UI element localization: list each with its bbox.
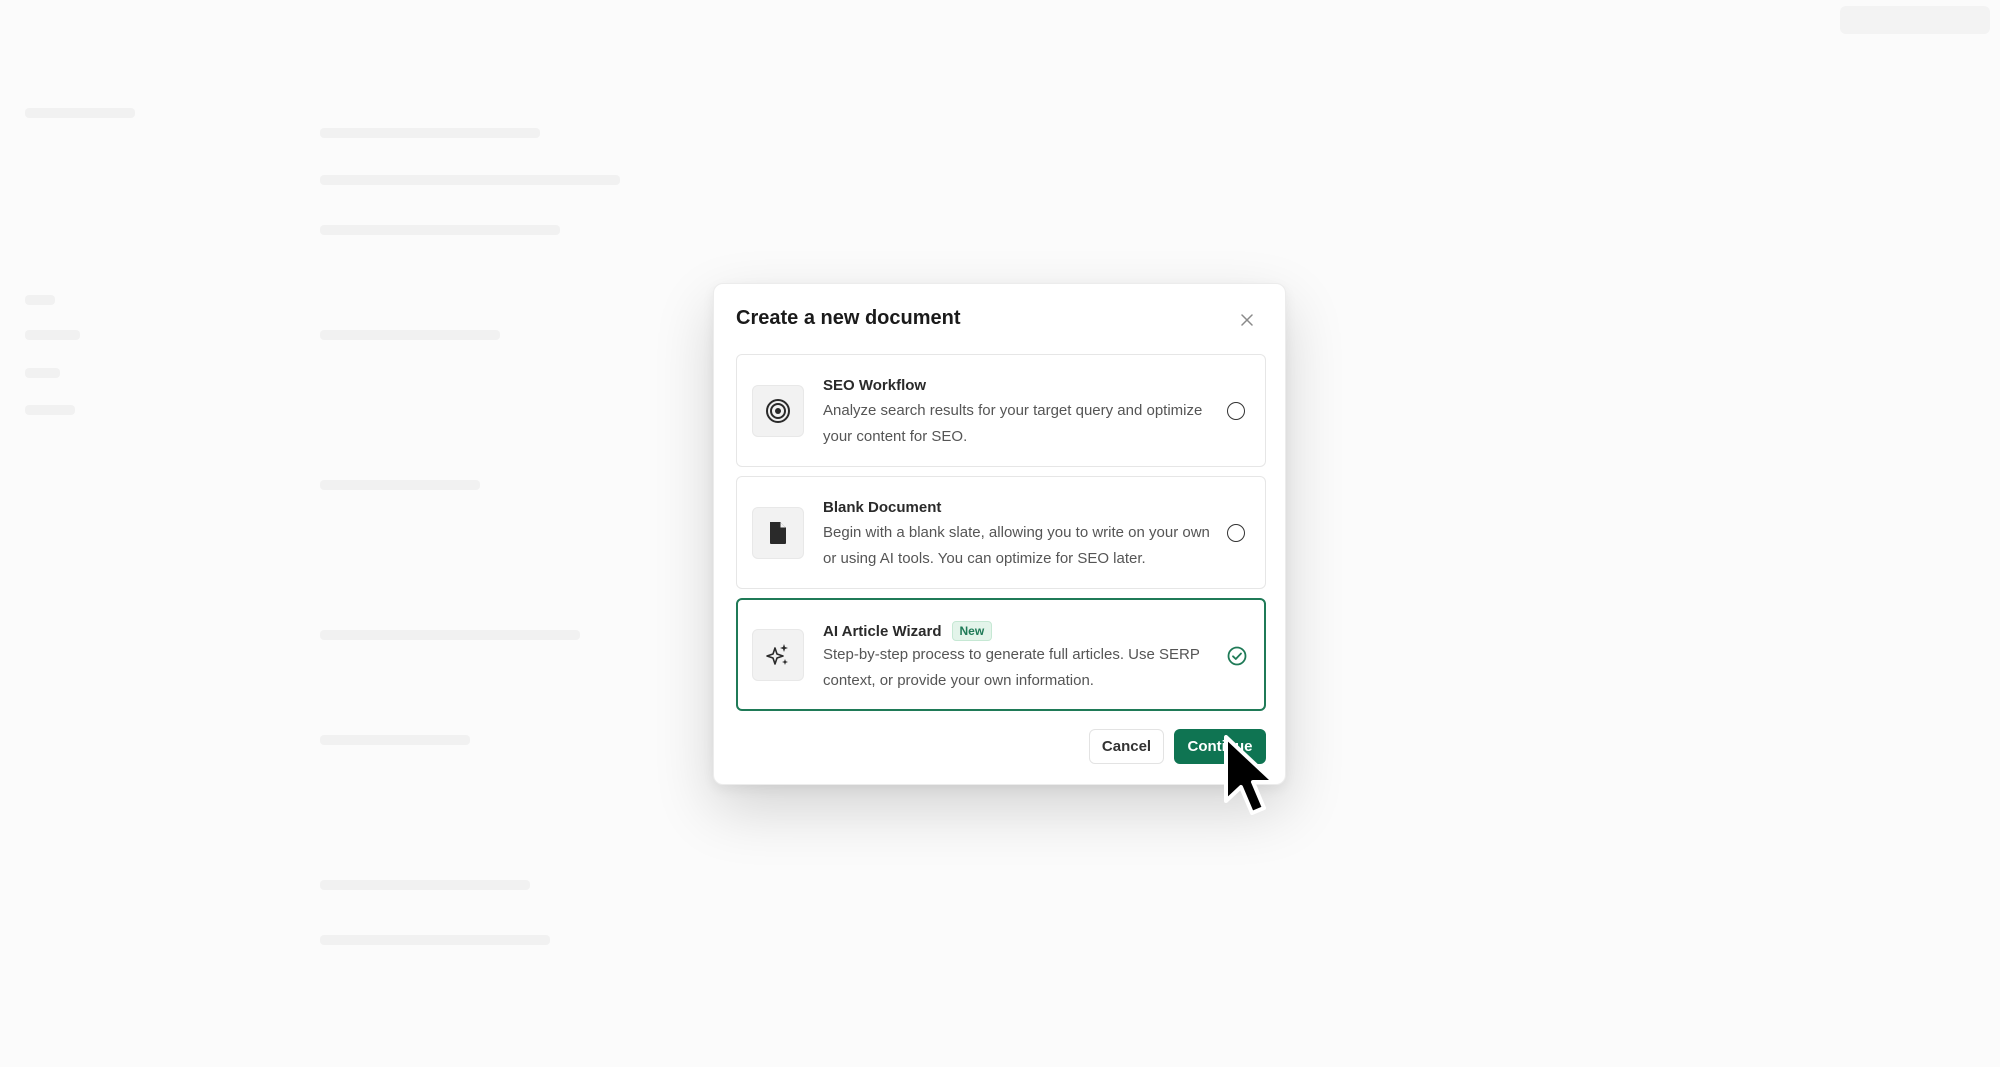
list-ghost-line [320, 630, 580, 640]
sidebar-ghost-line [25, 330, 80, 340]
option-icon-box [752, 507, 804, 559]
new-badge: New [951, 621, 993, 641]
option-title-text: AI Article Wizard [823, 623, 942, 640]
option-description: Step-by-step process to generate full ar… [823, 646, 1200, 689]
radio-unselected[interactable] [1227, 524, 1245, 542]
option-description: Analyze search results for your target q… [823, 402, 1203, 445]
list-ghost-line [320, 480, 480, 490]
dialog-title: Create a new document [736, 307, 961, 329]
list-ghost-line [320, 225, 560, 235]
close-icon [1241, 314, 1253, 326]
list-ghost-line [320, 880, 530, 890]
option-description: Begin with a blank slate, allowing you t… [823, 524, 1210, 567]
radio-unselected[interactable] [1227, 402, 1245, 420]
sidebar-ghost-line [25, 368, 60, 378]
document-icon [770, 522, 786, 544]
sidebar-ghost-line [25, 405, 75, 415]
cancel-button[interactable]: Cancel [1089, 729, 1164, 764]
list-ghost-line [320, 128, 540, 138]
list-ghost-line [320, 935, 550, 945]
option-title: SEO Workflow [823, 377, 927, 394]
option-blank-document[interactable]: Blank Document Begin with a blank slate,… [736, 476, 1266, 589]
close-button[interactable] [1232, 305, 1262, 335]
target-icon [766, 399, 790, 423]
option-icon-box [752, 385, 804, 437]
list-ghost-line [320, 175, 620, 185]
option-title: Blank Document [823, 499, 942, 516]
list-ghost-line [320, 330, 500, 340]
option-title: AI Article Wizard New [823, 621, 993, 641]
top-right-button-ghost [1840, 6, 1990, 34]
option-ai-article-wizard[interactable]: AI Article Wizard New Step-by-step proces… [736, 598, 1266, 711]
sidebar-ghost-line [25, 295, 55, 305]
mouse-pointer-icon [1224, 735, 1276, 815]
sidebar-ghost-line [25, 108, 135, 118]
list-ghost-line [320, 735, 470, 745]
create-document-dialog: Create a new document SEO Workflow Analy… [713, 283, 1286, 785]
sparkles-icon [766, 644, 788, 665]
radio-checked-icon[interactable] [1227, 646, 1247, 666]
option-icon-box [752, 629, 804, 681]
option-seo-workflow[interactable]: SEO Workflow Analyze search results for … [736, 354, 1266, 467]
